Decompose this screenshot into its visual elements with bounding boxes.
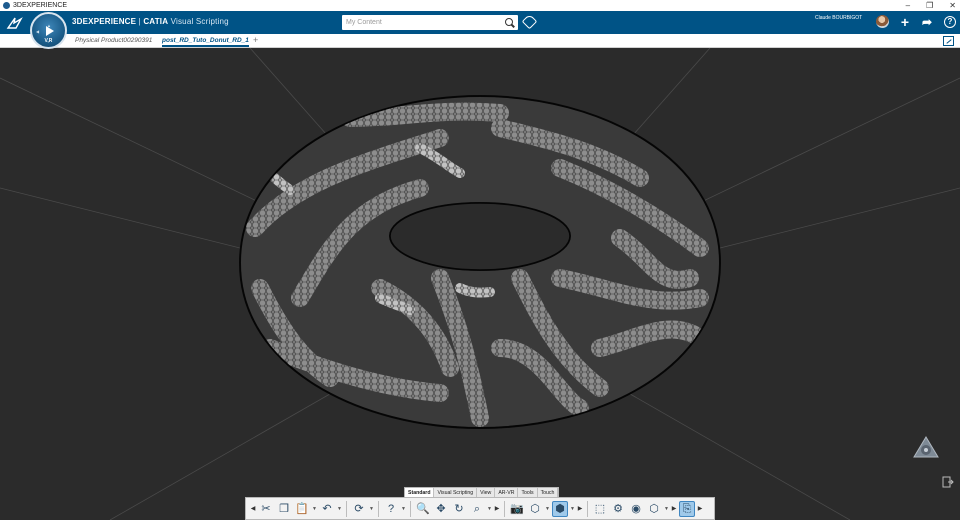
render-dropdown-icon[interactable]: ▼: [545, 501, 550, 517]
action-bar-right-arrow-icon[interactable]: ▶: [697, 505, 703, 512]
hexagon-glyph: ⬡: [649, 502, 659, 515]
export-glyph: ⎘: [682, 502, 692, 515]
view-cube-icon[interactable]: ⬢: [552, 500, 568, 517]
section-tab-ar-vr[interactable]: AR-VR: [495, 488, 519, 497]
os-title-bar: 3DEXPERIENCE – ❐ ✕: [0, 0, 960, 11]
app-header: 3DEXPERIENCE | CATIA Visual Scripting Cl…: [0, 11, 960, 34]
paste-glyph: 📋: [295, 502, 309, 515]
toolbar-separator: [504, 500, 505, 517]
app-name: Visual Scripting: [168, 17, 229, 26]
exit-icon[interactable]: [942, 476, 954, 488]
more-arrow-icon[interactable]: ▶: [671, 505, 677, 512]
ds-logo-icon[interactable]: [6, 15, 24, 31]
update-icon[interactable]: ⟳: [351, 501, 367, 517]
tag-icon[interactable]: [521, 13, 538, 30]
tab-donut[interactable]: post_RD_Tuto_Donut_RD_1: [162, 36, 249, 47]
robot-icon[interactable]: [912, 435, 940, 461]
hexagon-icon[interactable]: ⬡: [646, 501, 662, 517]
action-bar: ◀ ✂ ❐ 📋 ▼ ↶ ▼ ⟳ ▼ ? ▼ 🔍 ✥ ↻ ⌕ ▼ ▶ 📷 ⬡ ▼ …: [245, 497, 715, 520]
cut-icon[interactable]: ✂: [258, 501, 274, 517]
minimize-icon[interactable]: –: [906, 1, 910, 10]
search-box[interactable]: [342, 15, 518, 30]
rotate-glyph: ↻: [454, 502, 464, 515]
restore-icon[interactable]: ❐: [926, 1, 933, 10]
fullscreen-icon[interactable]: [943, 36, 954, 46]
view-dropdown-icon[interactable]: ▼: [487, 501, 492, 517]
toolbar-separator: [346, 500, 347, 517]
scene-canvas[interactable]: [0, 48, 960, 520]
part-add-glyph: ⬚: [594, 502, 606, 515]
copy-glyph: ❐: [279, 502, 289, 515]
paste-dropdown-icon[interactable]: ▼: [312, 501, 317, 517]
section-tab-tools[interactable]: Tools: [518, 488, 538, 497]
undo-icon[interactable]: ↶: [319, 501, 335, 517]
section-expand-arrow-icon[interactable]: ▶: [577, 505, 583, 512]
update-dropdown-icon[interactable]: ▼: [369, 501, 374, 517]
help-tool-icon[interactable]: ?: [383, 501, 399, 517]
toolbar-separator: [587, 500, 588, 517]
document-tab-bar: Physical Product00290391 post_RD_Tuto_Do…: [0, 34, 960, 48]
3d-viewport[interactable]: [0, 48, 960, 520]
donut-lattice-model[interactable]: [238, 94, 722, 430]
part-gear-glyph: ⚙: [613, 502, 623, 515]
zoom-glyph: 🔍: [416, 502, 430, 515]
add-icon[interactable]: +: [897, 14, 913, 30]
section-tab-standard[interactable]: Standard: [405, 488, 435, 497]
rotate-icon[interactable]: ↻: [451, 501, 467, 517]
help-dropdown-icon[interactable]: ▼: [401, 501, 406, 517]
window-controls: – ❐ ✕: [906, 0, 956, 11]
view-cube-glyph: ⬢: [555, 502, 565, 515]
capture-glyph: 📷: [510, 502, 524, 515]
play-icon[interactable]: [46, 26, 54, 36]
part-add-icon[interactable]: ⬚: [592, 501, 608, 517]
zoom-area-icon[interactable]: ⌕: [469, 501, 485, 517]
view-expand-arrow-icon[interactable]: ▶: [494, 505, 500, 512]
compass-west-icon: ◀: [36, 29, 40, 34]
brand-product: CATIA: [143, 17, 169, 26]
app-title: 3DEXPERIENCE | CATIA Visual Scripting: [72, 17, 229, 26]
os-window-title: 3DEXPERIENCE: [13, 2, 68, 9]
search-icon[interactable]: [505, 18, 513, 26]
action-bar-left-arrow-icon[interactable]: ◀: [250, 505, 256, 512]
close-icon[interactable]: ✕: [949, 1, 956, 10]
copy-icon[interactable]: ❐: [276, 501, 292, 517]
share-icon[interactable]: ➦: [919, 14, 935, 30]
view-cube-dropdown-icon[interactable]: ▼: [570, 501, 575, 517]
user-name[interactable]: Claude BOURBIGOT: [815, 15, 862, 21]
render-style-glyph: ⬡: [530, 502, 540, 515]
undo-dropdown-icon[interactable]: ▼: [337, 501, 342, 517]
toolbar-separator: [378, 500, 379, 517]
part-gear-icon[interactable]: ⚙: [610, 501, 626, 517]
export-icon[interactable]: ⎘: [679, 500, 695, 517]
section-tab-visual-scripting[interactable]: Visual Scripting: [434, 488, 478, 497]
avatar[interactable]: [876, 15, 889, 28]
search-input[interactable]: [342, 16, 492, 29]
compass-widget[interactable]: ▲ ◀ V,R: [30, 12, 67, 49]
help-icon[interactable]: ?: [944, 16, 956, 28]
cut-glyph: ✂: [261, 502, 271, 515]
part-view-icon[interactable]: ◉: [628, 501, 644, 517]
action-bar-sections: Standard Visual Scripting View AR-VR Too…: [404, 487, 560, 497]
hexagon-dropdown-icon[interactable]: ▼: [664, 501, 669, 517]
pan-icon[interactable]: ✥: [433, 501, 449, 517]
render-style-icon[interactable]: ⬡: [527, 501, 543, 517]
zoom-icon[interactable]: 🔍: [415, 501, 431, 517]
app-logo-icon: [3, 2, 10, 9]
paste-icon[interactable]: 📋: [294, 501, 310, 517]
add-tab-button[interactable]: +: [253, 35, 258, 45]
pan-glyph: ✥: [436, 502, 446, 515]
toolbar-separator: [410, 500, 411, 517]
tab-physical-product[interactable]: Physical Product00290391: [75, 36, 152, 47]
help-glyph: ?: [387, 502, 395, 515]
compass-label: V,R: [44, 38, 53, 44]
section-tab-touch[interactable]: Touch: [538, 488, 559, 497]
brand-name: 3DEXPERIENCE: [72, 17, 137, 26]
undo-glyph: ↶: [322, 502, 332, 515]
capture-icon[interactable]: 📷: [509, 501, 525, 517]
update-glyph: ⟳: [354, 502, 364, 515]
part-view-glyph: ◉: [631, 502, 641, 515]
app-window: 3DEXPERIENCE – ❐ ✕ 3DEXPERIENCE | CATIA …: [0, 0, 960, 520]
zoom-area-glyph: ⌕: [473, 502, 481, 515]
section-tab-view[interactable]: View: [477, 488, 496, 497]
